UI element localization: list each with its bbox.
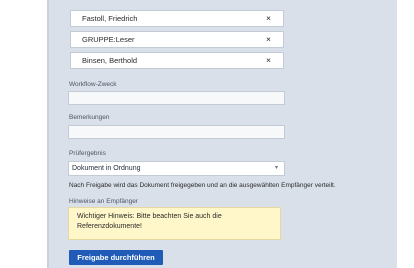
- recipient-name: Binsen, Berthold: [82, 56, 138, 65]
- review-result-label: Prüfergebnis: [69, 150, 106, 157]
- remove-recipient-icon[interactable]: ×: [266, 53, 271, 68]
- review-result-select[interactable]: Dokument in Ordnung ▾: [68, 161, 285, 176]
- recipient-chip: GRUPPE:Leser ×: [70, 31, 284, 48]
- note-textarea[interactable]: Wichtiger Hinweis: Bitte beachten Sie au…: [68, 207, 281, 240]
- workflow-purpose-input[interactable]: [68, 91, 285, 105]
- recipient-name: GRUPPE:Leser: [82, 35, 135, 44]
- note-line: Wichtiger Hinweis: Bitte beachten Sie au…: [77, 213, 222, 220]
- release-button[interactable]: Freigabe durchführen: [69, 250, 163, 265]
- recipient-name: Fastoll, Friedrich: [82, 14, 138, 23]
- release-info-text: Nach Freigabe wird das Dokument freigege…: [69, 182, 336, 189]
- recipient-chip: Binsen, Berthold ×: [70, 52, 284, 69]
- note-line: Referenzdokumente!: [77, 223, 142, 230]
- remarks-label: Bemerkungen: [69, 114, 110, 121]
- recipient-chip: Fastoll, Friedrich ×: [70, 10, 284, 27]
- remove-recipient-icon[interactable]: ×: [266, 32, 271, 47]
- review-result-value: Dokument in Ordnung: [72, 165, 141, 172]
- page-margin: [397, 0, 414, 268]
- note-label: Hinweise an Empfänger: [69, 198, 139, 205]
- remove-recipient-icon[interactable]: ×: [266, 11, 271, 26]
- workflow-purpose-label: Workflow-Zweck: [69, 81, 117, 88]
- remarks-input[interactable]: [68, 125, 285, 139]
- chevron-down-icon: ▾: [275, 165, 279, 171]
